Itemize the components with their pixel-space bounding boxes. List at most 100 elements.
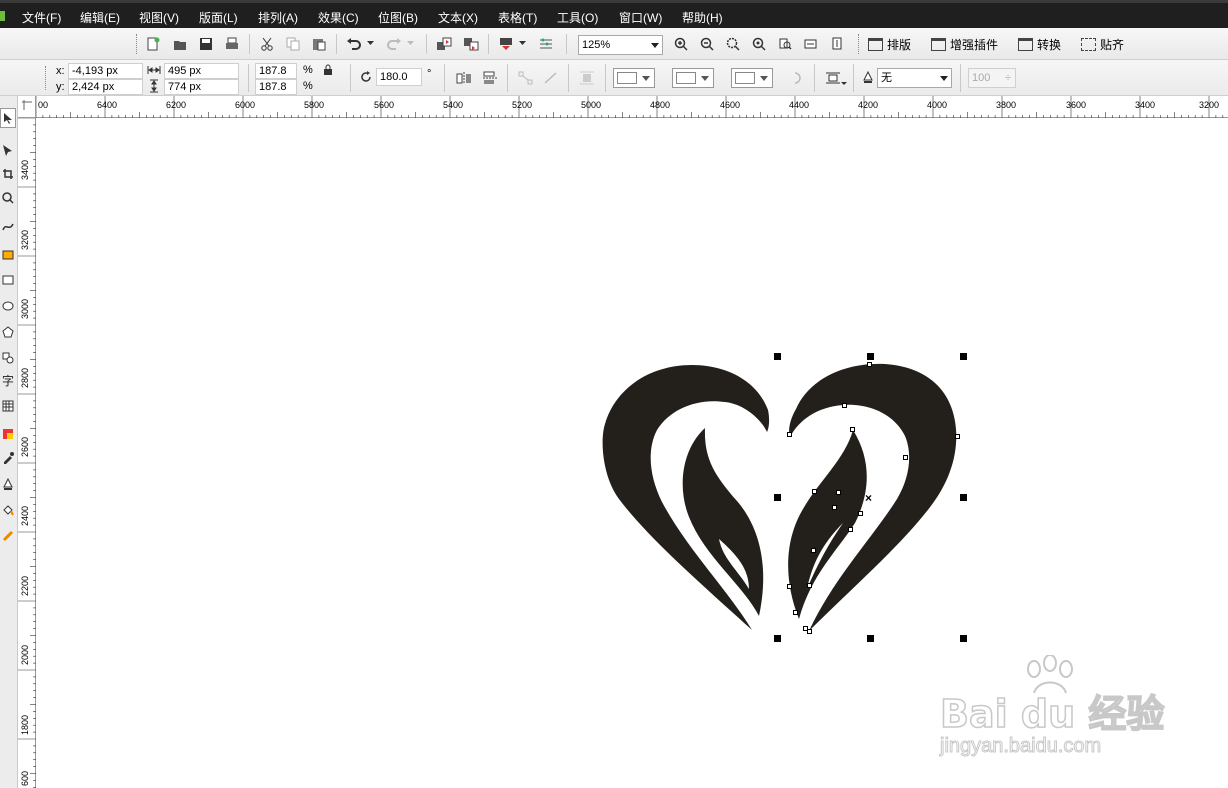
pick-tool-icon[interactable] [0, 108, 16, 128]
zoom-page-icon[interactable] [775, 34, 795, 54]
scale-y-field[interactable]: 187.8 [255, 79, 297, 95]
menu-bitmaps[interactable]: 位图(B) [378, 9, 418, 26]
paste-icon[interactable] [309, 34, 329, 54]
selection-handle[interactable] [867, 635, 874, 642]
menu-view[interactable]: 视图(V) [139, 9, 179, 26]
selection-handle[interactable] [774, 494, 781, 501]
table-tool-icon[interactable] [0, 396, 16, 416]
menu-layout[interactable]: 版面(L) [199, 9, 238, 26]
freehand-tool-icon[interactable] [0, 216, 16, 236]
options-icon[interactable] [536, 34, 556, 54]
convert-plugin-button[interactable]: 转换 [1018, 33, 1061, 55]
print-icon[interactable] [222, 34, 242, 54]
menu-edit[interactable]: 编辑(E) [80, 9, 120, 26]
layout-plugin-button[interactable]: 排版 [868, 33, 911, 55]
basic-shapes-tool-icon[interactable] [0, 348, 16, 368]
selection-handle[interactable] [960, 494, 967, 501]
menu-help[interactable]: 帮助(H) [682, 9, 723, 26]
selection-handle[interactable] [960, 353, 967, 360]
launcher-dropdown-icon[interactable] [518, 34, 528, 54]
outline-tool-icon[interactable] [0, 474, 16, 494]
selection-handle[interactable] [867, 353, 874, 360]
selection-handle[interactable] [774, 635, 781, 642]
path-node[interactable] [867, 362, 872, 367]
zoom-out-icon[interactable] [697, 34, 717, 54]
horizontal-ruler[interactable]: 00 6400 6200 6000 5800 5600 5400 5200 50… [36, 96, 1228, 118]
menu-tools[interactable]: 工具(O) [557, 9, 598, 26]
menu-arrange[interactable]: 排列(A) [258, 9, 298, 26]
zoom-all-objects-icon[interactable] [749, 34, 769, 54]
path-node[interactable] [787, 432, 792, 437]
center-x-icon[interactable]: × [865, 491, 872, 505]
redo-icon[interactable] [384, 34, 404, 54]
path-node[interactable] [793, 610, 798, 615]
chevron-down-icon[interactable] [840, 74, 848, 94]
path-node[interactable] [848, 527, 853, 532]
menu-effects[interactable]: 效果(C) [318, 9, 359, 26]
ruler-corner[interactable] [18, 96, 36, 118]
outline-color-select[interactable] [672, 68, 714, 88]
mirror-horizontal-icon[interactable] [454, 68, 474, 88]
save-icon[interactable] [196, 34, 216, 54]
path-node[interactable] [850, 427, 855, 432]
zoom-page-width-icon[interactable] [801, 34, 821, 54]
text-tool-icon[interactable]: 字 [0, 370, 16, 390]
line-style-select[interactable] [731, 68, 773, 88]
enhance-plugin-button[interactable]: 增强插件 [931, 33, 998, 55]
application-launcher-icon[interactable] [496, 34, 516, 54]
crop-tool-icon[interactable] [0, 164, 16, 184]
width-field[interactable]: 495 px [164, 63, 239, 79]
scale-x-field[interactable]: 187.8 [255, 63, 297, 79]
path-node[interactable] [807, 629, 812, 634]
arrowhead-icon[interactable] [788, 68, 808, 88]
copy-icon[interactable] [283, 34, 303, 54]
height-field[interactable]: 774 px [164, 79, 239, 95]
polygon-tool-icon[interactable] [0, 322, 16, 342]
smart-fill-tool-icon[interactable] [0, 244, 16, 264]
path-node[interactable] [811, 548, 816, 553]
undo-dropdown-icon[interactable] [366, 34, 376, 54]
zoom-tool-icon[interactable] [0, 188, 16, 208]
wrap-text-icon[interactable] [577, 68, 597, 88]
cut-icon[interactable] [257, 34, 277, 54]
new-document-icon[interactable] [143, 34, 163, 54]
zoom-selected-icon[interactable] [723, 34, 743, 54]
import-icon[interactable] [434, 34, 454, 54]
lock-ratio-icon[interactable] [320, 62, 336, 78]
interactive-fill-tool-2-icon[interactable] [0, 526, 16, 546]
path-node[interactable] [832, 505, 837, 510]
fill-color-select[interactable] [613, 68, 655, 88]
path-node[interactable] [807, 583, 812, 588]
open-folder-icon[interactable] [170, 34, 190, 54]
vertical-ruler[interactable]: 3400 3200 3000 2800 2600 2400 2200 2000 … [18, 118, 36, 788]
ellipse-tool-icon[interactable] [0, 296, 16, 316]
path-node[interactable] [787, 584, 792, 589]
shape-tool-icon[interactable] [0, 140, 16, 160]
export-icon[interactable] [461, 34, 481, 54]
zoom-level-select[interactable]: 125% [578, 35, 663, 55]
connect-nodes-icon[interactable] [516, 68, 536, 88]
outline-width-select[interactable]: 无 [877, 68, 952, 88]
zoom-page-height-icon[interactable] [827, 34, 847, 54]
opacity-field[interactable]: 100 ÷ [968, 68, 1016, 88]
path-node[interactable] [836, 490, 841, 495]
selection-handle[interactable] [960, 635, 967, 642]
menu-text[interactable]: 文本(X) [438, 9, 478, 26]
path-node[interactable] [842, 403, 847, 408]
menu-window[interactable]: 窗口(W) [619, 9, 662, 26]
rectangle-tool-icon[interactable] [0, 270, 16, 290]
path-node[interactable] [903, 455, 908, 460]
selection-handle[interactable] [774, 353, 781, 360]
menu-file[interactable]: 文件(F) [22, 9, 61, 26]
x-position-field[interactable]: -4,193 px [68, 63, 143, 79]
mirror-vertical-icon[interactable] [480, 68, 500, 88]
redo-dropdown-icon[interactable] [406, 34, 416, 54]
interactive-fill-tool-icon[interactable] [0, 424, 16, 444]
path-node[interactable] [858, 511, 863, 516]
y-position-field[interactable]: 2,424 px [68, 79, 143, 95]
snap-plugin-button[interactable]: 贴齐 [1081, 33, 1124, 55]
undo-icon[interactable] [344, 34, 364, 54]
eyedropper-tool-icon[interactable] [0, 448, 16, 468]
rotation-field[interactable]: 180.0 [376, 68, 422, 86]
zoom-in-icon[interactable] [671, 34, 691, 54]
